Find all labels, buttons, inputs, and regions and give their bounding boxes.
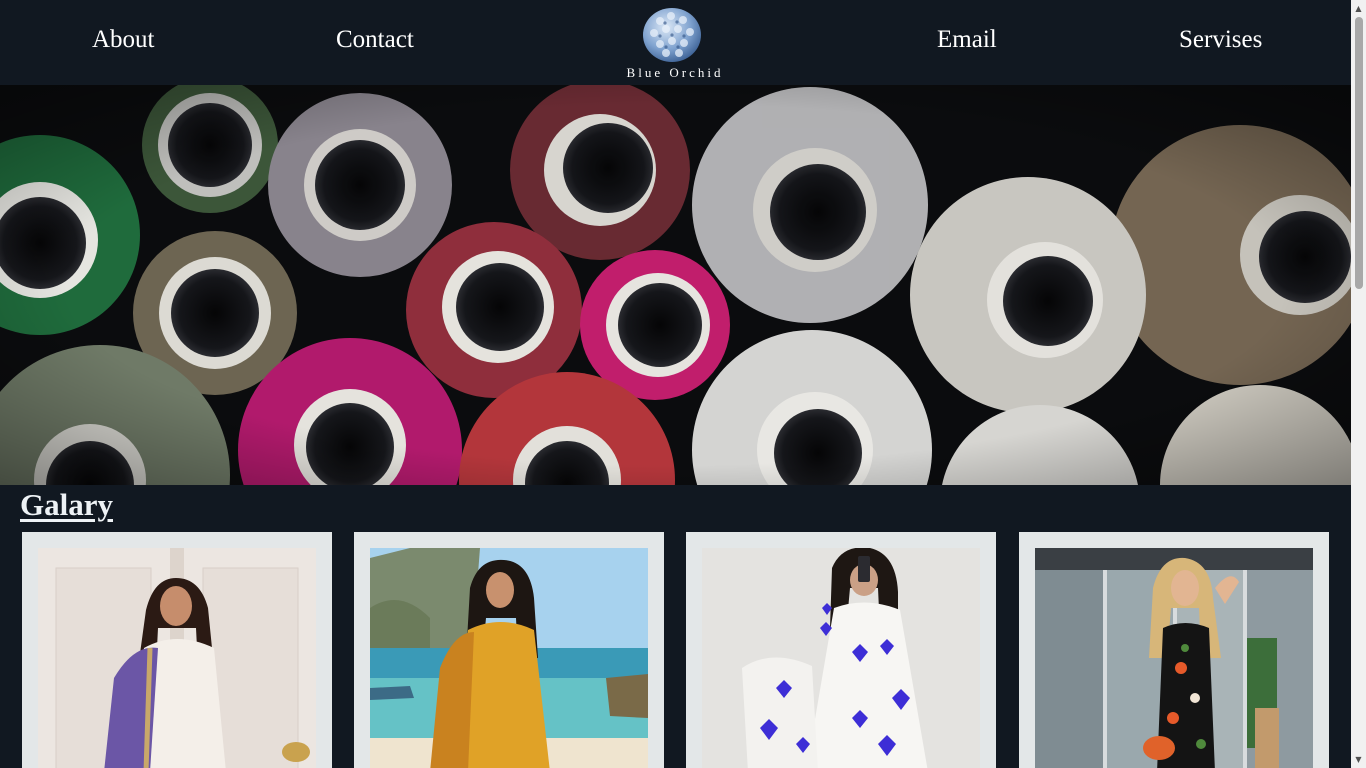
scroll-down-arrow-icon[interactable]: ▼ bbox=[1351, 751, 1366, 768]
woman-white-kurta-purple-dupatta-photo bbox=[38, 548, 316, 768]
gallery-photo[interactable] bbox=[702, 548, 980, 768]
nav-link-contact[interactable]: Contact bbox=[336, 26, 414, 54]
gallery-title: Galary bbox=[20, 487, 113, 522]
gallery-photo[interactable] bbox=[370, 548, 648, 768]
logo[interactable]: Blue Orchid bbox=[610, 6, 740, 82]
gallery-card[interactable] bbox=[686, 532, 996, 768]
gallery-card[interactable] bbox=[22, 532, 332, 768]
thread-spools-photo bbox=[0, 85, 1351, 485]
gallery-card[interactable] bbox=[354, 532, 664, 768]
woman-black-floral-jumpsuit-photo bbox=[1035, 548, 1313, 768]
gallery-photo[interactable] bbox=[1035, 548, 1313, 768]
navbar: About Contact Blue Orchid Email Servises bbox=[0, 0, 1351, 85]
page-scrollbar[interactable]: ▲ ▼ bbox=[1351, 0, 1366, 768]
gallery-photo[interactable] bbox=[38, 548, 316, 768]
scrollbar-thumb[interactable] bbox=[1355, 17, 1363, 289]
blue-orchid-flower-icon bbox=[643, 8, 701, 62]
woman-white-dress-purple-hearts-photo bbox=[702, 548, 980, 768]
nav-link-services[interactable]: Servises bbox=[1179, 26, 1262, 54]
scroll-up-arrow-icon[interactable]: ▲ bbox=[1351, 0, 1366, 17]
nav-link-about[interactable]: About bbox=[92, 26, 155, 54]
woman-yellow-dress-beach-photo bbox=[370, 548, 648, 768]
logo-text: Blue Orchid bbox=[626, 65, 724, 80]
hero-image bbox=[0, 85, 1351, 485]
gallery-card[interactable] bbox=[1019, 532, 1329, 768]
nav-link-email[interactable]: Email bbox=[937, 26, 997, 54]
